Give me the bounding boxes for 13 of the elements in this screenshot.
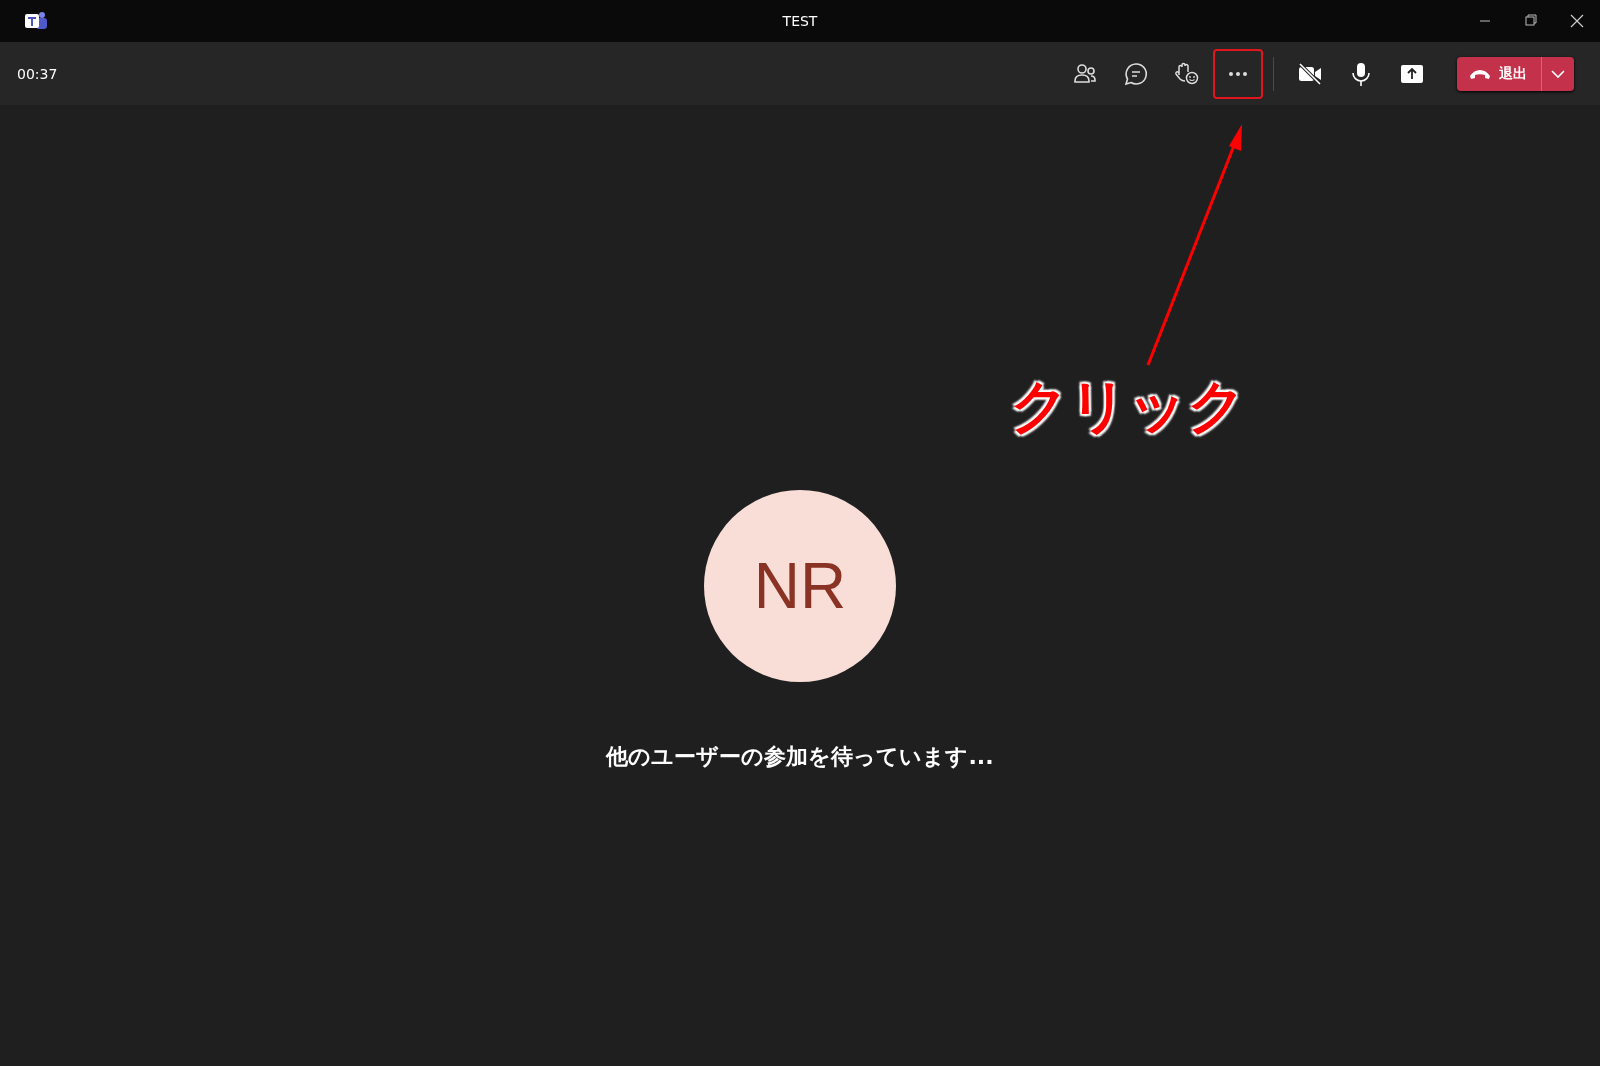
avatar-initials: NR [753,549,847,623]
app-logo-icon [24,10,48,32]
leave-dropdown-button[interactable] [1541,56,1574,91]
window-title: TEST [782,13,818,29]
chat-icon [1122,60,1149,87]
raised-hand-icon [1173,60,1200,87]
camera-off-icon [1296,60,1323,87]
call-timer: 00:37 [17,65,58,82]
chevron-down-icon [1551,68,1565,79]
leave-button[interactable]: 退出 [1457,56,1541,91]
more-icon [1227,70,1248,77]
waiting-message: 他のユーザーの参加を待っています... [606,743,994,771]
annotation-label: クリック [1010,371,1246,442]
